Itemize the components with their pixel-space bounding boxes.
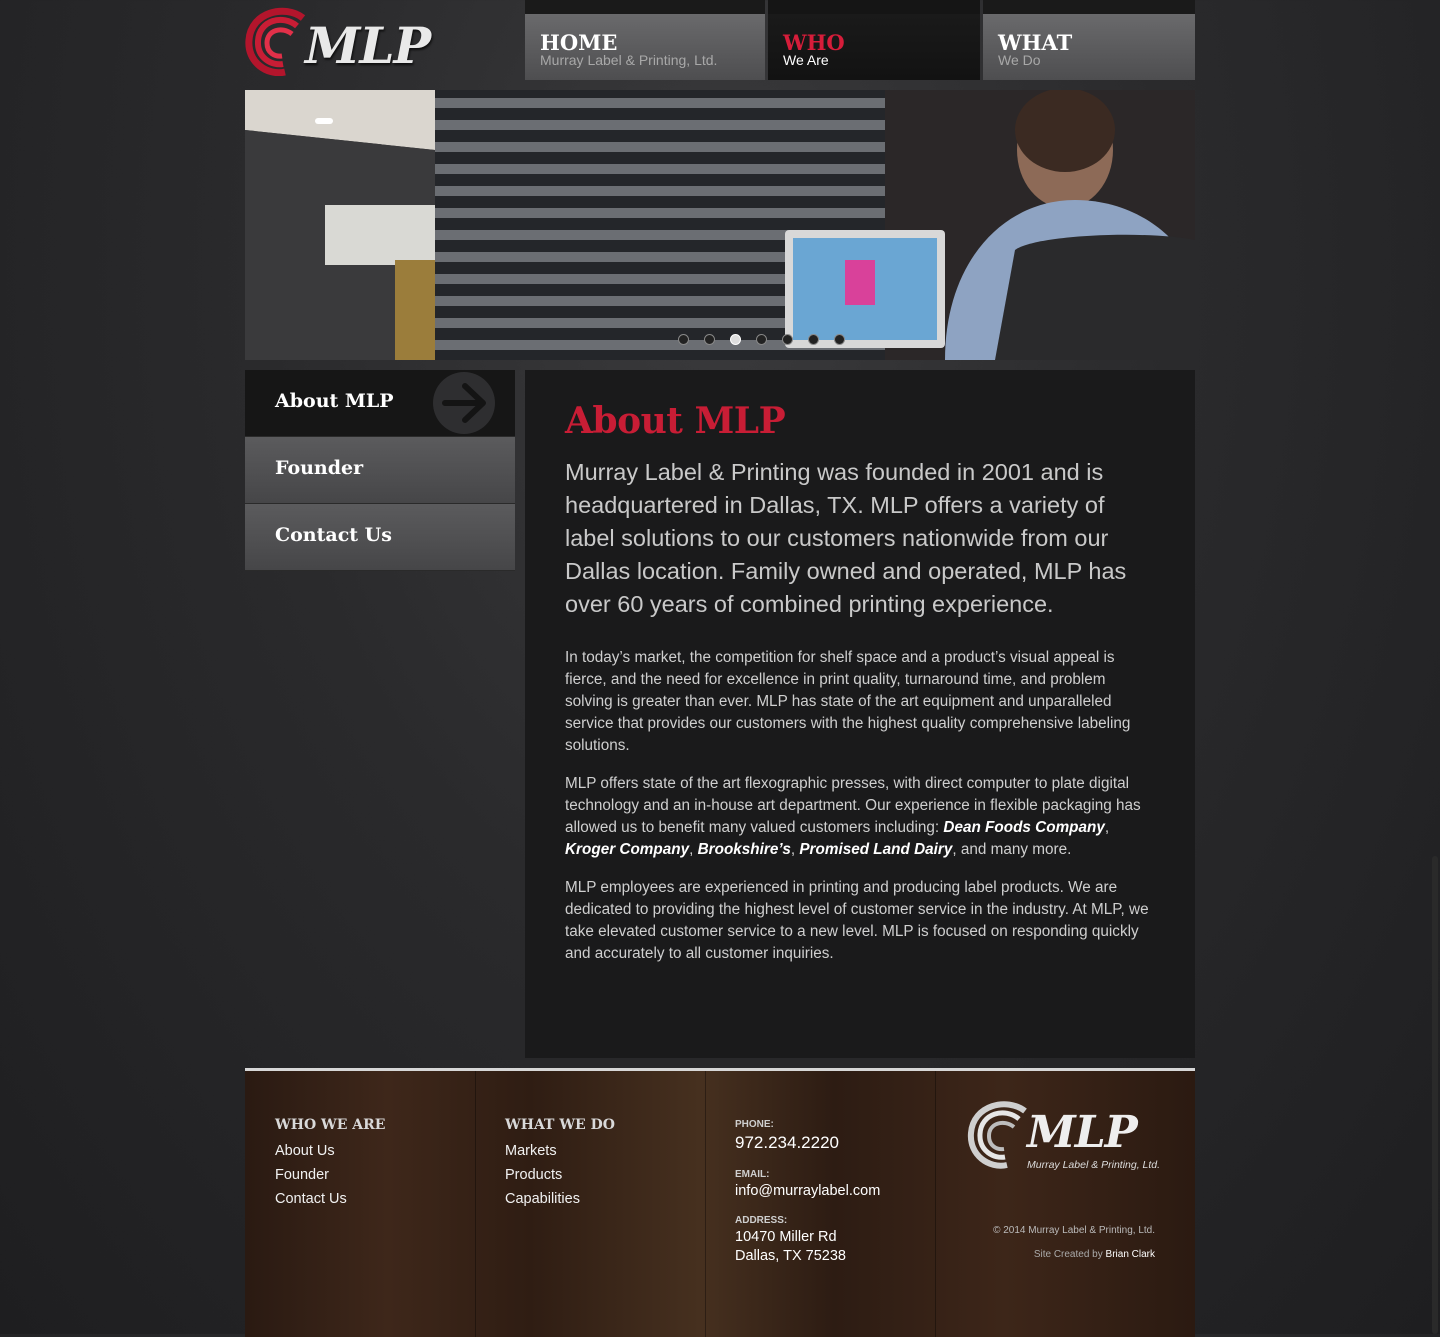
footer-logo-text: MLP — [1027, 1107, 1138, 1158]
footer-logo-subtitle: Murray Label & Printing, Ltd. — [1027, 1159, 1161, 1171]
footer-who-links: About Us Founder Contact Us — [275, 1143, 347, 1215]
credit-prefix: Site Created by — [1033, 1249, 1103, 1260]
footer-what-links: Markets Products Capabilities — [505, 1143, 580, 1215]
nav-bar — [768, 0, 980, 14]
main-nav: HOME Murray Label & Printing, Ltd. WHO W… — [525, 0, 1195, 80]
body-paragraph-1: In today’s market, the competition for s… — [565, 649, 1131, 754]
sidebar-item-about[interactable]: About MLP — [245, 370, 515, 437]
nav-home[interactable]: HOME Murray Label & Printing, Ltd. — [525, 0, 765, 80]
sidebar-item-founder[interactable]: Founder — [245, 437, 515, 504]
slider-dot[interactable] — [808, 334, 819, 345]
logo-swirl-icon — [245, 7, 306, 76]
footer-link-about[interactable]: About Us — [275, 1143, 347, 1167]
nav-who-sub: We Are — [783, 52, 829, 68]
scrollbar-thumb[interactable] — [1432, 856, 1438, 1334]
nav-bar — [983, 0, 1195, 14]
main-inner: About MLP Murray Label & Printing was fo… — [565, 400, 1155, 965]
address-line-1: 10470 Miller Rd — [735, 1229, 837, 1245]
slider-dot[interactable] — [782, 334, 793, 345]
hero-slider[interactable] — [245, 90, 1195, 360]
copyright: © 2014 Murray Label & Printing, Ltd. — [993, 1225, 1155, 1236]
nav-home-sub: Murray Label & Printing, Ltd. — [540, 52, 718, 68]
hero-image — [245, 90, 1195, 360]
footer-link-capabilities[interactable]: Capabilities — [505, 1191, 580, 1215]
email-label: EMAIL: — [735, 1169, 770, 1180]
paragraph-text: , and many more. — [952, 841, 1072, 858]
footer-logo-swirl-icon — [967, 1101, 1027, 1169]
customer-name: Promised Land Dairy — [799, 841, 953, 858]
footer-link-contact[interactable]: Contact Us — [275, 1191, 347, 1215]
slider-dot[interactable] — [704, 334, 715, 345]
site-logo[interactable]: MLP — [245, 6, 445, 78]
address-line-2: Dallas, TX 75238 — [735, 1248, 846, 1264]
slider-dot[interactable] — [678, 334, 689, 345]
footer-what-title: WHAT WE DO — [505, 1117, 615, 1133]
sidebar-item-label: Founder — [275, 457, 364, 479]
footer-link-markets[interactable]: Markets — [505, 1143, 580, 1167]
footer-who-column: WHO WE ARE About Us Founder Contact Us — [245, 1071, 476, 1337]
site-credit: Site Created by Brian Clark — [1034, 1249, 1155, 1260]
customer-name: Kroger Company — [565, 841, 690, 858]
footer: WHO WE ARE About Us Founder Contact Us W… — [245, 1068, 1195, 1337]
customer-name: Dean Foods Company — [943, 819, 1105, 836]
email-link[interactable]: info@murraylabel.com — [735, 1183, 880, 1199]
footer-who-title: WHO WE ARE — [275, 1117, 386, 1133]
sidebar-item-contact[interactable]: Contact Us — [245, 504, 515, 571]
slider-dot-active[interactable] — [730, 334, 741, 345]
sidebar-item-label: Contact Us — [275, 524, 392, 546]
arrow-right-icon — [433, 372, 495, 434]
address-label: ADDRESS: — [735, 1215, 788, 1226]
customer-name: Brookshire’s — [697, 841, 791, 858]
sidebar-item-label: About MLP — [275, 390, 394, 412]
nav-what-sub: We Do — [998, 52, 1041, 68]
lead-paragraph: Murray Label & Printing was founded in 2… — [565, 459, 1127, 617]
body-paragraph-3: MLP employees are experienced in printin… — [565, 879, 1149, 962]
sidebar: About MLP Founder Contact Us — [245, 370, 515, 571]
body-paragraph-2: MLP offers state of the art flexographic… — [565, 775, 1141, 858]
footer-link-founder[interactable]: Founder — [275, 1167, 347, 1191]
phone-label: PHONE: — [735, 1119, 774, 1130]
nav-what[interactable]: WHAT We Do — [983, 0, 1195, 80]
footer-brand-column: MLP Murray Label & Printing, Ltd. © 2014… — [935, 1071, 1195, 1337]
footer-contact-column: PHONE: 972.234.2220 EMAIL: info@murrayla… — [705, 1071, 936, 1337]
logo-text: MLP — [305, 16, 431, 75]
nav-bar — [525, 0, 765, 14]
footer-what-column: WHAT WE DO Markets Products Capabilities — [475, 1071, 706, 1337]
page-title: About MLP — [565, 400, 786, 442]
phone-value[interactable]: 972.234.2220 — [735, 1133, 839, 1153]
credit-name-link[interactable]: Brian Clark — [1106, 1249, 1155, 1260]
main-content: About MLP Murray Label & Printing was fo… — [525, 370, 1195, 1058]
slider-dot[interactable] — [756, 334, 767, 345]
slider-dot[interactable] — [834, 334, 845, 345]
footer-link-products[interactable]: Products — [505, 1167, 580, 1191]
nav-who[interactable]: WHO We Are — [768, 0, 980, 80]
